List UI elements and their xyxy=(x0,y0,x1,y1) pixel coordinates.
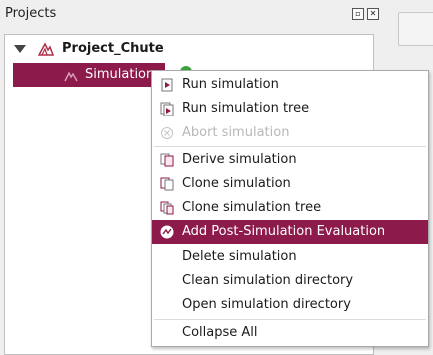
tree-item-simulation[interactable]: Simulation xyxy=(13,63,165,87)
menu-item-label: Clone simulation tree xyxy=(182,200,322,215)
menu-item-clone-simulation-tree[interactable]: Clone simulation tree xyxy=(152,196,428,220)
menu-item-label: Derive simulation xyxy=(182,152,297,167)
menu-separator xyxy=(154,146,426,147)
evaluation-icon xyxy=(160,225,174,239)
tree-item-project[interactable]: Project_Chute xyxy=(5,37,373,61)
adjacent-panel-frame xyxy=(398,12,433,46)
float-panel-icon[interactable]: ▫ xyxy=(352,8,364,20)
menu-separator xyxy=(154,319,426,320)
context-menu: Run simulation Run simulation tree Abort… xyxy=(151,70,429,347)
menu-item-label: Add Post-Simulation Evaluation xyxy=(182,224,386,239)
menu-item-open-simulation-directory[interactable]: Open simulation directory xyxy=(152,293,428,317)
menu-item-run-simulation[interactable]: Run simulation xyxy=(152,73,428,97)
menu-item-delete-simulation[interactable]: Delete simulation xyxy=(152,245,428,269)
run-icon xyxy=(160,78,174,92)
menu-item-label: Delete simulation xyxy=(182,249,297,264)
menu-item-label: Clean simulation directory xyxy=(182,273,354,288)
menu-item-clean-simulation-directory[interactable]: Clean simulation directory xyxy=(152,269,428,293)
menu-item-label: Run simulation tree xyxy=(182,101,310,116)
panel-title: Projects xyxy=(5,6,57,21)
simulation-icon xyxy=(63,70,79,86)
project-icon xyxy=(37,42,55,60)
close-panel-icon[interactable]: ✕ xyxy=(367,8,379,20)
menu-item-label: Open simulation directory xyxy=(182,297,351,312)
menu-item-label: Clone simulation xyxy=(182,176,291,191)
project-label: Project_Chute xyxy=(62,41,164,56)
menu-item-clone-simulation[interactable]: Clone simulation xyxy=(152,172,428,196)
clone-icon xyxy=(160,177,174,191)
clone-tree-icon xyxy=(160,201,174,215)
menu-item-label: Abort simulation xyxy=(182,125,290,140)
expand-arrow-icon[interactable] xyxy=(14,45,26,53)
abort-icon xyxy=(160,126,174,140)
menu-item-collapse-all[interactable]: Collapse All xyxy=(152,321,428,345)
simulation-label: Simulation xyxy=(85,67,155,82)
menu-item-abort-simulation[interactable]: Abort simulation xyxy=(152,121,428,145)
menu-item-label: Run simulation xyxy=(182,77,279,92)
run-tree-icon xyxy=(160,102,174,117)
menu-item-label: Collapse All xyxy=(182,325,258,340)
menu-item-derive-simulation[interactable]: Derive simulation xyxy=(152,148,428,172)
menu-item-run-simulation-tree[interactable]: Run simulation tree xyxy=(152,97,428,121)
projects-panel-header: Projects ▫ ✕ xyxy=(0,0,390,28)
menu-item-add-post-simulation-evaluation[interactable]: Add Post-Simulation Evaluation xyxy=(152,220,428,244)
derive-icon xyxy=(160,153,174,167)
